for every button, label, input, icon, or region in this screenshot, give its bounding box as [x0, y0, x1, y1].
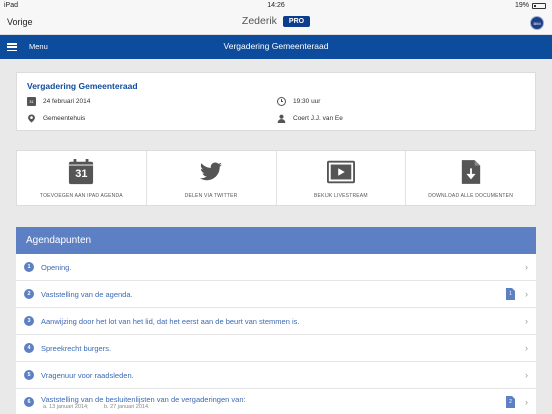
nav-title-group: Zederik PRO: [0, 15, 552, 27]
meeting-time: 19:30 uur: [293, 98, 321, 105]
logo-icon[interactable]: BIM: [530, 16, 544, 30]
agenda-text: Spreekrecht burgers.: [41, 344, 112, 353]
chevron-right-icon: ›: [525, 397, 528, 407]
agenda-text: Vaststelling van de besluitenlijsten van…: [41, 395, 246, 404]
person-icon: [277, 114, 286, 123]
action-label: DOWNLOAD ALLE DOCUMENTEN: [428, 193, 514, 199]
meeting-location: Gemeentehuis: [43, 115, 86, 122]
agenda-text: Opening.: [41, 263, 72, 272]
agenda-text: Aanwijzing door het lot van het lid, dat…: [41, 317, 300, 326]
action-label: BEKIJK LIVESTREAM: [314, 193, 368, 199]
chevron-right-icon: ›: [525, 289, 528, 299]
calendar-icon: 31: [67, 158, 95, 186]
agenda-number: 6: [24, 397, 34, 407]
agenda-header: Agendapunten: [16, 227, 536, 254]
chevron-right-icon: ›: [525, 343, 528, 353]
location-pin-icon: [28, 114, 35, 123]
action-label: TOEVOEGEN AAN IPAD AGENDA: [39, 193, 123, 199]
meeting-title: Vergadering Gemeenteraad: [27, 81, 138, 91]
agenda-number: 1: [24, 262, 34, 272]
download-icon: [457, 158, 485, 186]
agenda-item[interactable]: 4 Spreekrecht burgers. ›: [16, 335, 536, 362]
clock-icon: [277, 97, 286, 106]
agenda-number: 2: [24, 289, 34, 299]
meeting-chair: Coert J.J. van Ee: [293, 115, 343, 122]
twitter-icon: [197, 158, 225, 186]
clock-label: 14:26: [267, 2, 285, 9]
chevron-right-icon: ›: [525, 370, 528, 380]
agenda-item[interactable]: 5 Vragenuur voor raadsleden. ›: [16, 362, 536, 389]
add-to-calendar-button[interactable]: 31 TOEVOEGEN AAN IPAD AGENDA: [17, 151, 147, 205]
meeting-time-row: 19:30 uur: [277, 97, 320, 106]
agenda-item[interactable]: 2 Vaststelling van de agenda. 1 ›: [16, 281, 536, 308]
actions-bar: 31 TOEVOEGEN AAN IPAD AGENDA DELEN VIA T…: [16, 150, 536, 206]
calendar-day: 31: [75, 168, 88, 180]
nav-bar: Vorige Zederik PRO BIM: [0, 11, 552, 35]
agenda-text: Vaststelling van de agenda.: [41, 290, 133, 299]
agenda-number: 5: [24, 370, 34, 380]
chevron-right-icon: ›: [525, 316, 528, 326]
status-bar: iPad 14:26 19%: [0, 0, 552, 11]
agenda-subitem: b. 27 januari 2014.: [104, 404, 150, 410]
agenda-text: Vragenuur voor raadsleden.: [41, 371, 134, 380]
document-icon[interactable]: 2: [506, 396, 515, 408]
document-icon[interactable]: 1: [506, 288, 515, 300]
meeting-info-card: Vergadering Gemeenteraad 31 24 februari …: [16, 72, 536, 131]
calendar-icon: 31: [27, 97, 36, 106]
agenda-list: 1 Opening. › 2 Vaststelling van de agend…: [16, 254, 536, 414]
agenda-number: 3: [24, 316, 34, 326]
share-twitter-button[interactable]: DELEN VIA TWITTER: [147, 151, 277, 205]
meeting-date-row: 31 24 februari 2014: [27, 97, 90, 106]
page-header: Menu Vergadering Gemeenteraad: [0, 35, 552, 59]
agenda-number: 4: [24, 343, 34, 353]
agenda-subitem: a. 13 januari 2014;: [43, 404, 89, 410]
agenda-item[interactable]: 6 Vaststelling van de besluitenlijsten v…: [16, 389, 536, 414]
app-title: Zederik: [241, 15, 277, 27]
battery-status: 19%: [515, 2, 546, 9]
battery-percent: 19%: [514, 2, 529, 9]
meeting-chair-row: Coert J.J. van Ee: [277, 114, 343, 123]
agenda-item[interactable]: 1 Opening. ›: [16, 254, 536, 281]
meeting-location-row: Gemeentehuis: [27, 114, 85, 123]
meeting-date: 24 februari 2014: [43, 98, 91, 105]
page-title: Vergadering Gemeenteraad: [223, 41, 329, 51]
pro-badge: PRO: [282, 15, 311, 27]
download-all-button[interactable]: DOWNLOAD ALLE DOCUMENTEN: [406, 151, 535, 205]
play-icon: [326, 158, 355, 186]
chevron-right-icon: ›: [525, 262, 528, 272]
agenda-item[interactable]: 3 Aanwijzing door het lot van het lid, d…: [16, 308, 536, 335]
livestream-button[interactable]: BEKIJK LIVESTREAM: [277, 151, 407, 205]
battery-icon: [532, 2, 546, 9]
action-label: DELEN VIA TWITTER: [184, 193, 238, 199]
